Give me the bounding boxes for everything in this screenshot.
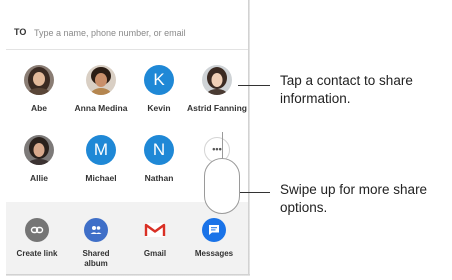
contact-name: Astrid Fanning: [187, 103, 247, 113]
share-sheet: TO Abe: [6, 0, 248, 274]
contact-abe[interactable]: Abe: [9, 65, 69, 113]
app-label: Messages: [194, 249, 234, 258]
app-messages[interactable]: Messages: [185, 218, 243, 259]
app-gmail[interactable]: Gmail: [126, 218, 184, 259]
recipient-row: TO: [6, 18, 248, 50]
app-label: Shared album: [82, 249, 110, 268]
sheet-edge-shadow: [248, 0, 250, 276]
swipe-up-gesture-indicator: [204, 158, 240, 214]
app-shared-album[interactable]: Shared album: [67, 218, 125, 269]
to-label: TO: [14, 27, 27, 37]
gmail-icon: [143, 218, 167, 242]
recipient-input[interactable]: [34, 25, 239, 41]
avatar: [202, 65, 232, 95]
contact-name: Anna Medina: [74, 103, 128, 113]
share-apps-row: Create link Shared album Gmail Messages: [6, 202, 248, 274]
contact-allie[interactable]: Allie: [9, 135, 69, 183]
app-create-link[interactable]: Create link: [8, 218, 66, 259]
sheet-bottom-shadow: [6, 274, 250, 276]
avatar: N: [144, 135, 174, 165]
contact-anna-medina[interactable]: Anna Medina: [71, 65, 131, 113]
swipe-indicator-line: [222, 132, 223, 160]
messages-icon: [202, 218, 226, 242]
contact-name: Kevin: [147, 103, 171, 113]
contact-name: Nathan: [144, 173, 174, 183]
people-icon: [84, 218, 108, 242]
contact-callout-text: Tap a contact to share information.: [280, 73, 413, 106]
contact-callout-line: [238, 85, 270, 86]
contact-astrid-fanning[interactable]: Astrid Fanning: [187, 65, 247, 113]
app-label: Create link: [16, 249, 58, 258]
avatar: [24, 65, 54, 95]
avatar: [24, 135, 54, 165]
avatar: K: [144, 65, 174, 95]
avatar: [86, 65, 116, 95]
app-label: Gmail: [143, 249, 167, 258]
contact-name: Michael: [85, 173, 117, 183]
contact-name: Allie: [30, 173, 48, 183]
contact-nathan[interactable]: N Nathan: [129, 135, 189, 183]
contact-kevin[interactable]: K Kevin: [129, 65, 189, 113]
contact-michael[interactable]: M Michael: [71, 135, 131, 183]
link-icon: [25, 218, 49, 242]
contact-name: Abe: [30, 103, 48, 113]
avatar: M: [86, 135, 116, 165]
swipe-callout-text: Swipe up for more share options.: [280, 182, 428, 215]
